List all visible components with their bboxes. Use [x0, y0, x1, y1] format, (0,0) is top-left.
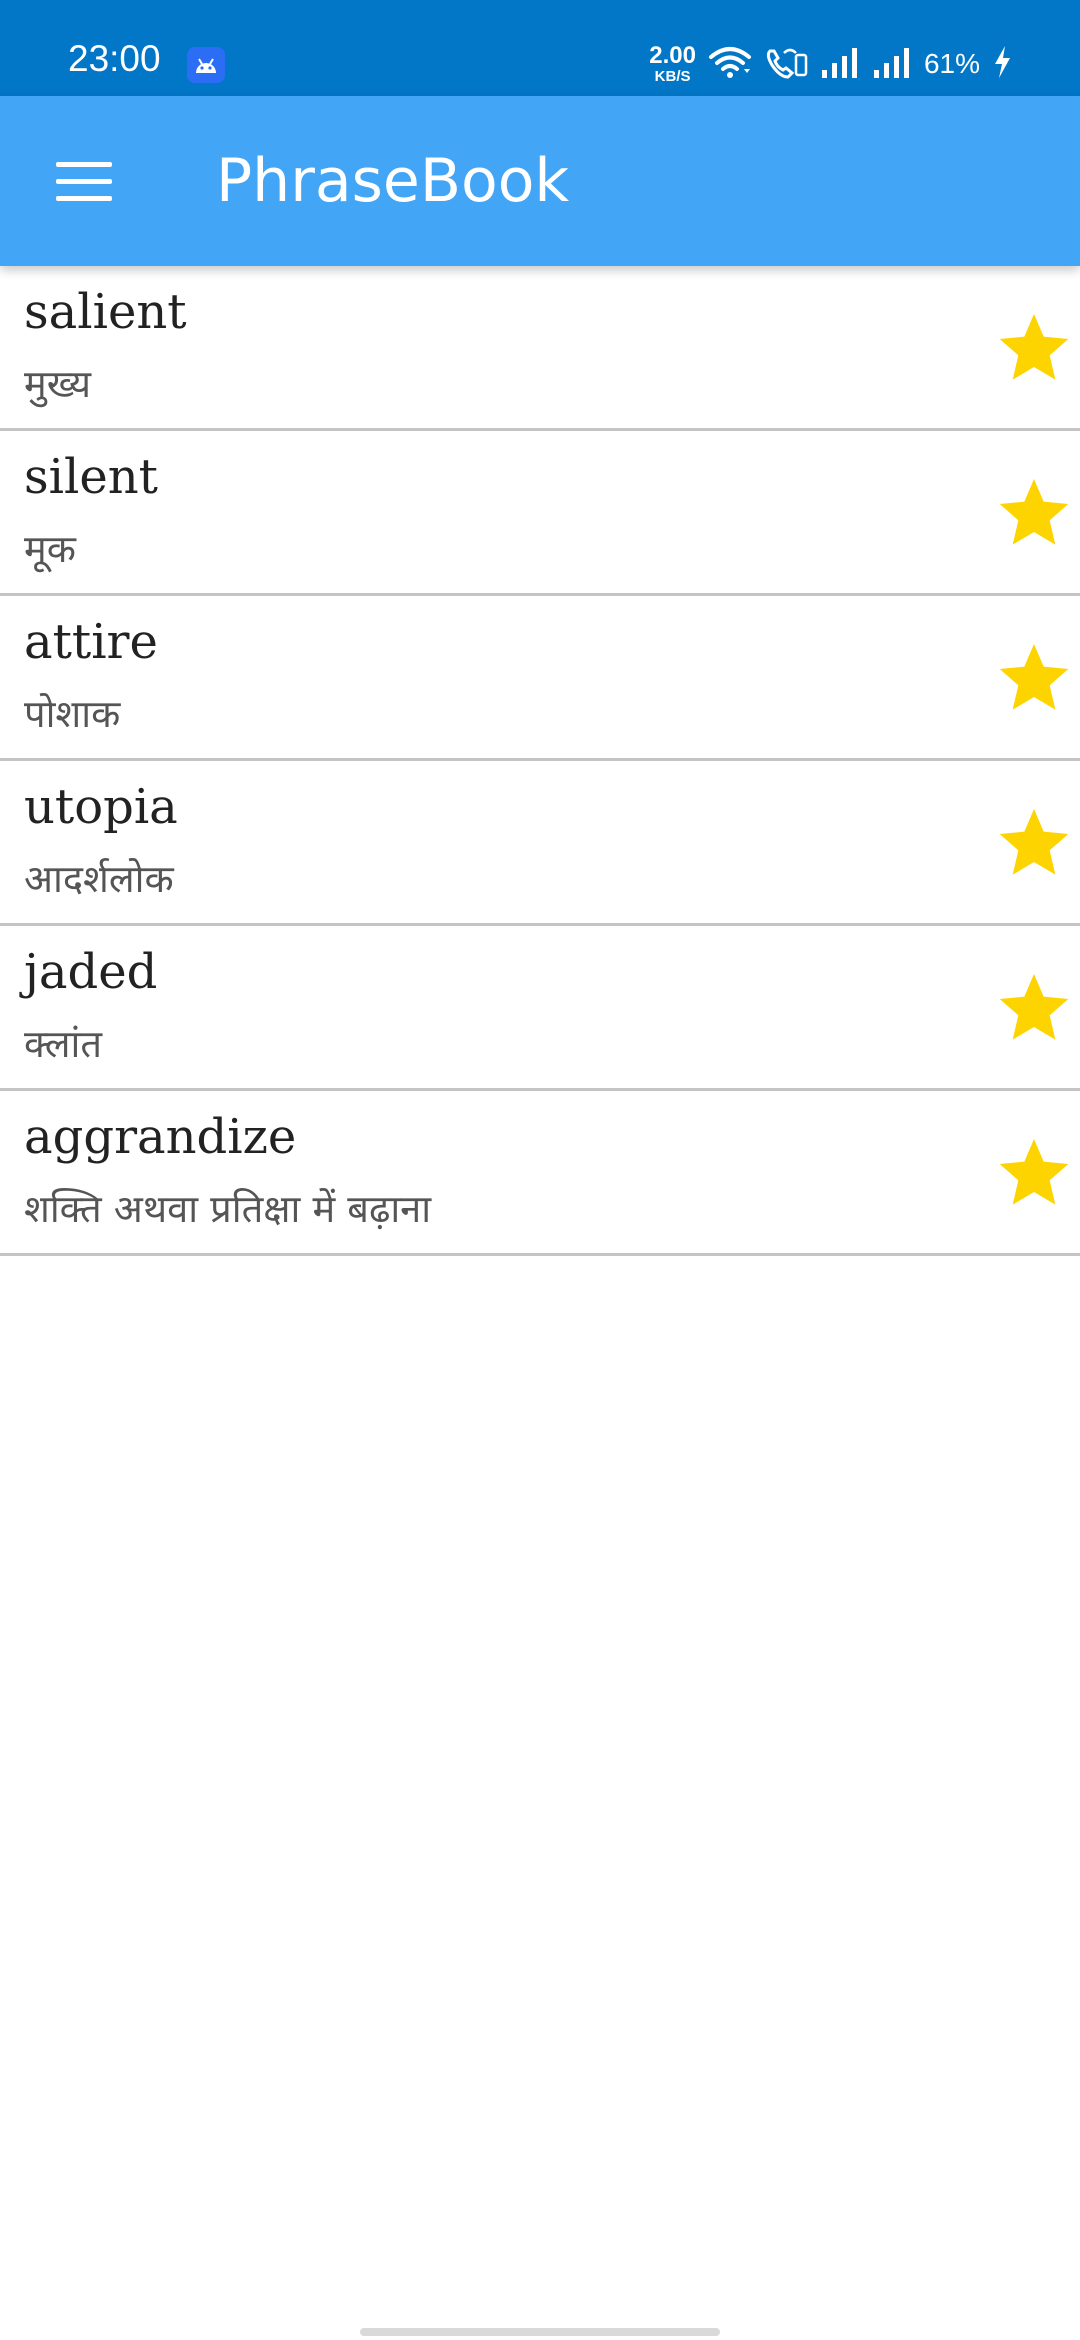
- star-icon[interactable]: [994, 803, 1074, 883]
- list-item[interactable]: attire पोशाक: [0, 596, 1080, 761]
- hindi-translation: पोशाक: [24, 692, 121, 736]
- hindi-translation: क्लांत: [24, 1022, 102, 1066]
- list-item[interactable]: salient मुख्य: [0, 266, 1080, 431]
- english-word: utopia: [24, 779, 178, 835]
- network-speed-value: 2.00: [649, 42, 696, 69]
- word-list: salient मुख्य silent मूक attire पोशाक ut…: [0, 266, 1080, 1256]
- network-speed: 2.00 KB/S: [649, 42, 696, 85]
- status-time: 23:00: [68, 38, 161, 79]
- hamburger-menu-icon[interactable]: [52, 160, 116, 204]
- list-item[interactable]: utopia आदर्शलोक: [0, 761, 1080, 926]
- hindi-translation: मुख्य: [24, 362, 91, 406]
- english-word: salient: [24, 284, 187, 340]
- english-word: jaded: [24, 944, 158, 1000]
- app-bar: PhraseBook: [0, 96, 1080, 266]
- app-title: PhraseBook: [216, 146, 570, 216]
- english-word: aggrandize: [24, 1109, 297, 1165]
- charging-icon: [992, 45, 1012, 83]
- star-icon[interactable]: [994, 638, 1074, 718]
- hindi-translation: आदर्शलोक: [24, 857, 174, 901]
- list-item[interactable]: jaded क्लांत: [0, 926, 1080, 1091]
- list-item[interactable]: silent मूक: [0, 431, 1080, 596]
- network-speed-unit: KB/S: [654, 68, 691, 85]
- list-item[interactable]: aggrandize शक्ति अथवा प्रतिक्षा में बढ़ा…: [0, 1091, 1080, 1256]
- vowifi-call-icon: [764, 45, 808, 83]
- star-icon[interactable]: [994, 473, 1074, 553]
- hindi-translation: शक्ति अथवा प्रतिक्षा में बढ़ाना: [24, 1187, 432, 1231]
- star-icon[interactable]: [994, 968, 1074, 1048]
- status-icons: 2.00 KB/S 61%: [649, 42, 1012, 86]
- signal-icon: [820, 46, 860, 82]
- english-word: silent: [24, 449, 158, 505]
- hindi-translation: मूक: [24, 527, 76, 571]
- star-icon[interactable]: [994, 308, 1074, 388]
- battery-percent: 61%: [923, 48, 980, 79]
- star-icon[interactable]: [994, 1133, 1074, 1213]
- wifi-icon: [708, 45, 752, 83]
- home-indicator[interactable]: [360, 2328, 720, 2336]
- android-notification-icon: [187, 47, 225, 83]
- signal-icon: [872, 46, 912, 82]
- phrasebook-screen: 23:00 2.00 KB/S 61% PhraseBook salient म…: [0, 0, 1080, 2340]
- english-word: attire: [24, 614, 158, 670]
- status-bar: 23:00 2.00 KB/S 61%: [0, 0, 1080, 96]
